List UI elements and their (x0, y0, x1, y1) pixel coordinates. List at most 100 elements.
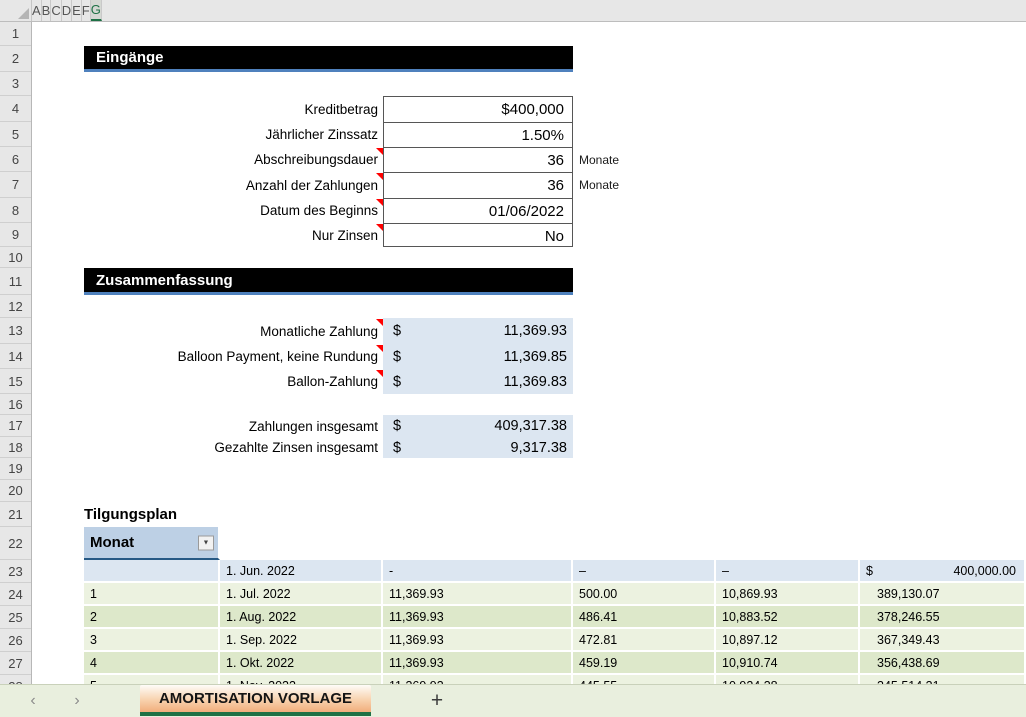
add-sheet-button[interactable]: + (424, 688, 450, 714)
schedule-cell-gleichgewicht[interactable]: 378,246.55 (860, 606, 1026, 629)
row-header-2[interactable]: 2 (0, 46, 31, 72)
schedule-cell-haupt[interactable]: 10,897.12 (716, 629, 860, 652)
row-header-23[interactable]: 23 (0, 560, 31, 583)
row-header-18[interactable]: 18 (0, 437, 31, 458)
row-header-5[interactable]: 5 (0, 122, 31, 147)
schedule-cell-zahlung[interactable]: 11,369.93 (383, 675, 573, 684)
schedule-cell-haupt[interactable]: 10,924.38 (716, 675, 860, 684)
summary-value-cell-group1-0[interactable]: $11,369.93 (383, 318, 573, 344)
schedule-cell-gleichgewicht[interactable]: 345,514.31 (860, 675, 1026, 684)
summary-value-cell-group2-1[interactable]: $9,317.38 (383, 437, 573, 458)
schedule-cell-zahlung[interactable]: 11,369.93 (383, 652, 573, 675)
schedule-cell-haupt[interactable]: – (716, 560, 860, 583)
row-header-28[interactable]: 28 (0, 675, 31, 684)
schedule-cell-monat[interactable]: 1 (84, 583, 220, 606)
row-header-27[interactable]: 27 (0, 652, 31, 675)
schedule-cell-datum[interactable]: 1. Okt. 2022 (220, 652, 383, 675)
schedule-cell-zins[interactable]: 472.81 (573, 629, 716, 652)
column-header-E[interactable]: E (72, 0, 82, 21)
input-label-2[interactable]: Abschreibungsdauer (32, 147, 383, 172)
filter-dropdown-button[interactable]: ▼ (198, 535, 214, 550)
schedule-header-monat[interactable]: Monat▼ (84, 527, 220, 560)
row-header-4[interactable]: 4 (0, 96, 31, 122)
row-header-13[interactable]: 13 (0, 318, 31, 344)
schedule-cell-zins[interactable]: 500.00 (573, 583, 716, 606)
schedule-cell-datum[interactable]: 1. Jun. 2022 (220, 560, 383, 583)
row-header-16[interactable]: 16 (0, 394, 31, 415)
row-header-26[interactable]: 26 (0, 629, 31, 652)
schedule-cell-zins[interactable]: – (573, 560, 716, 583)
row-header-8[interactable]: 8 (0, 198, 31, 223)
schedule-cell-zins[interactable]: 445.55 (573, 675, 716, 684)
schedule-cell-datum[interactable]: 1. Aug. 2022 (220, 606, 383, 629)
input-value-cell-5[interactable]: No (384, 224, 572, 247)
schedule-cell-gleichgewicht[interactable]: 389,130.07 (860, 583, 1026, 606)
column-header-A[interactable]: A (32, 0, 42, 21)
row-header-10[interactable]: 10 (0, 247, 31, 268)
column-header-B[interactable]: B (42, 0, 52, 21)
input-value-cell-4[interactable]: 01/06/2022 (384, 199, 572, 224)
row-header-20[interactable]: 20 (0, 480, 31, 502)
input-label-1[interactable]: Jährlicher Zinssatz (32, 122, 383, 147)
input-label-0[interactable]: Kreditbetrag (32, 96, 383, 122)
schedule-cell-gleichgewicht[interactable]: $400,000.00 (860, 560, 1026, 583)
row-header-1[interactable]: 1 (0, 22, 31, 46)
summary-label-group2-1[interactable]: Gezahlte Zinsen insgesamt (32, 437, 383, 458)
row-header-17[interactable]: 17 (0, 415, 31, 437)
schedule-cell-zins[interactable]: 486.41 (573, 606, 716, 629)
input-value-cell-1[interactable]: 1.50% (384, 123, 572, 148)
row-header-14[interactable]: 14 (0, 344, 31, 369)
row-header-19[interactable]: 19 (0, 458, 31, 480)
column-header-D[interactable]: D (62, 0, 72, 21)
input-value-cell-0[interactable]: $400,000 (384, 97, 572, 123)
schedule-cell-monat[interactable]: 2 (84, 606, 220, 629)
summary-value-cell-group2-0[interactable]: $409,317.38 (383, 415, 573, 437)
schedule-cell-datum[interactable]: 1. Jul. 2022 (220, 583, 383, 606)
schedule-cell-monat[interactable]: 4 (84, 652, 220, 675)
row-header-7[interactable]: 7 (0, 172, 31, 198)
schedule-cell-monat[interactable]: 5 (84, 675, 220, 684)
schedule-cell-zahlung[interactable]: 11,369.93 (383, 583, 573, 606)
summary-label-group1-0[interactable]: Monatliche Zahlung (32, 318, 383, 344)
schedule-cell-haupt[interactable]: 10,883.52 (716, 606, 860, 629)
schedule-cell-zahlung[interactable]: 11,369.93 (383, 629, 573, 652)
schedule-cell-zahlung[interactable]: - (383, 560, 573, 583)
select-all-corner[interactable] (0, 0, 32, 21)
input-label-3[interactable]: Anzahl der Zahlungen (32, 172, 383, 198)
row-header-21[interactable]: 21 (0, 502, 31, 527)
input-label-4[interactable]: Datum des Beginns (32, 198, 383, 223)
prev-sheet-arrow-icon[interactable]: ‹ (22, 690, 44, 712)
row-header-9[interactable]: 9 (0, 223, 31, 247)
input-value-cell-2[interactable]: 36 (384, 148, 572, 173)
schedule-cell-gleichgewicht[interactable]: 367,349.43 (860, 629, 1026, 652)
next-sheet-arrow-icon[interactable]: › (66, 690, 88, 712)
summary-value-cell-group1-1[interactable]: $11,369.85 (383, 344, 573, 369)
input-value-cell-3[interactable]: 36 (384, 173, 572, 199)
column-header-G[interactable]: G (91, 0, 102, 21)
summary-label-group2-0[interactable]: Zahlungen insgesamt (32, 415, 383, 437)
input-label-5[interactable]: Nur Zinsen (32, 223, 383, 247)
column-header-C[interactable]: C (51, 0, 61, 21)
summary-label-group1-2[interactable]: Ballon-Zahlung (32, 369, 383, 394)
summary-label-group1-1[interactable]: Balloon Payment, keine Rundung (32, 344, 383, 369)
schedule-cell-datum[interactable]: 1. Sep. 2022 (220, 629, 383, 652)
row-header-25[interactable]: 25 (0, 606, 31, 629)
row-header-11[interactable]: 11 (0, 268, 31, 295)
row-header-6[interactable]: 6 (0, 147, 31, 172)
row-header-22[interactable]: 22 (0, 527, 31, 560)
schedule-cell-zins[interactable]: 459.19 (573, 652, 716, 675)
schedule-cell-zahlung[interactable]: 11,369.93 (383, 606, 573, 629)
summary-value-cell-group1-2[interactable]: $11,369.83 (383, 369, 573, 394)
schedule-cell-gleichgewicht[interactable]: 356,438.69 (860, 652, 1026, 675)
row-header-3[interactable]: 3 (0, 72, 31, 96)
column-header-F[interactable]: F (82, 0, 91, 21)
schedule-cell-monat[interactable] (84, 560, 220, 583)
row-header-15[interactable]: 15 (0, 369, 31, 394)
schedule-cell-haupt[interactable]: 10,910.74 (716, 652, 860, 675)
schedule-cell-monat[interactable]: 3 (84, 629, 220, 652)
row-header-24[interactable]: 24 (0, 583, 31, 606)
schedule-cell-datum[interactable]: 1. Nov. 2022 (220, 675, 383, 684)
sheet-tab-amortisation-vorlage[interactable]: AMORTISATION VORLAGE (140, 685, 371, 716)
row-header-12[interactable]: 12 (0, 295, 31, 318)
schedule-cell-haupt[interactable]: 10,869.93 (716, 583, 860, 606)
